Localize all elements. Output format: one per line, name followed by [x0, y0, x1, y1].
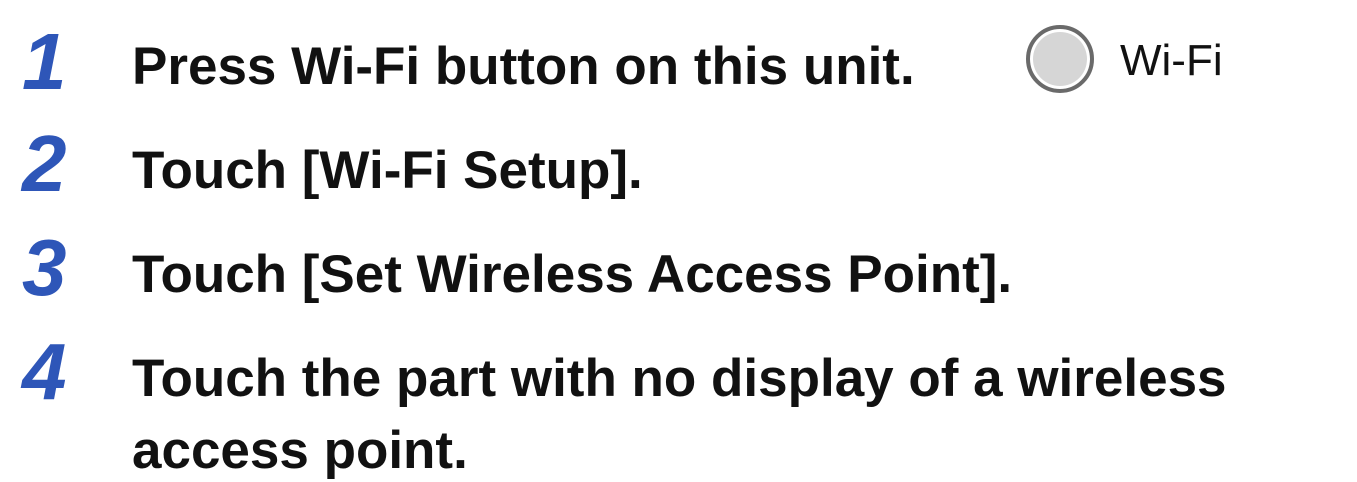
wifi-button-label: Wi-Fi: [1120, 36, 1223, 85]
step-number: 1: [22, 17, 67, 106]
step-text: Touch the part with no display of a wire…: [132, 349, 1227, 408]
step-text: Touch [Wi-Fi Setup].: [132, 141, 643, 200]
step-number: 2: [22, 119, 67, 208]
step-number: 3: [22, 223, 67, 312]
wifi-button-icon: [1026, 25, 1094, 93]
step-text: Touch [Set Wireless Access Point].: [132, 245, 1013, 304]
step-text-line2: access point.: [132, 421, 468, 480]
step-number: 4: [22, 327, 67, 416]
step-text: Press Wi-Fi button on this unit.: [132, 37, 915, 96]
instruction-steps: 1 Press Wi-Fi button on this unit. Wi-Fi…: [0, 0, 1357, 482]
